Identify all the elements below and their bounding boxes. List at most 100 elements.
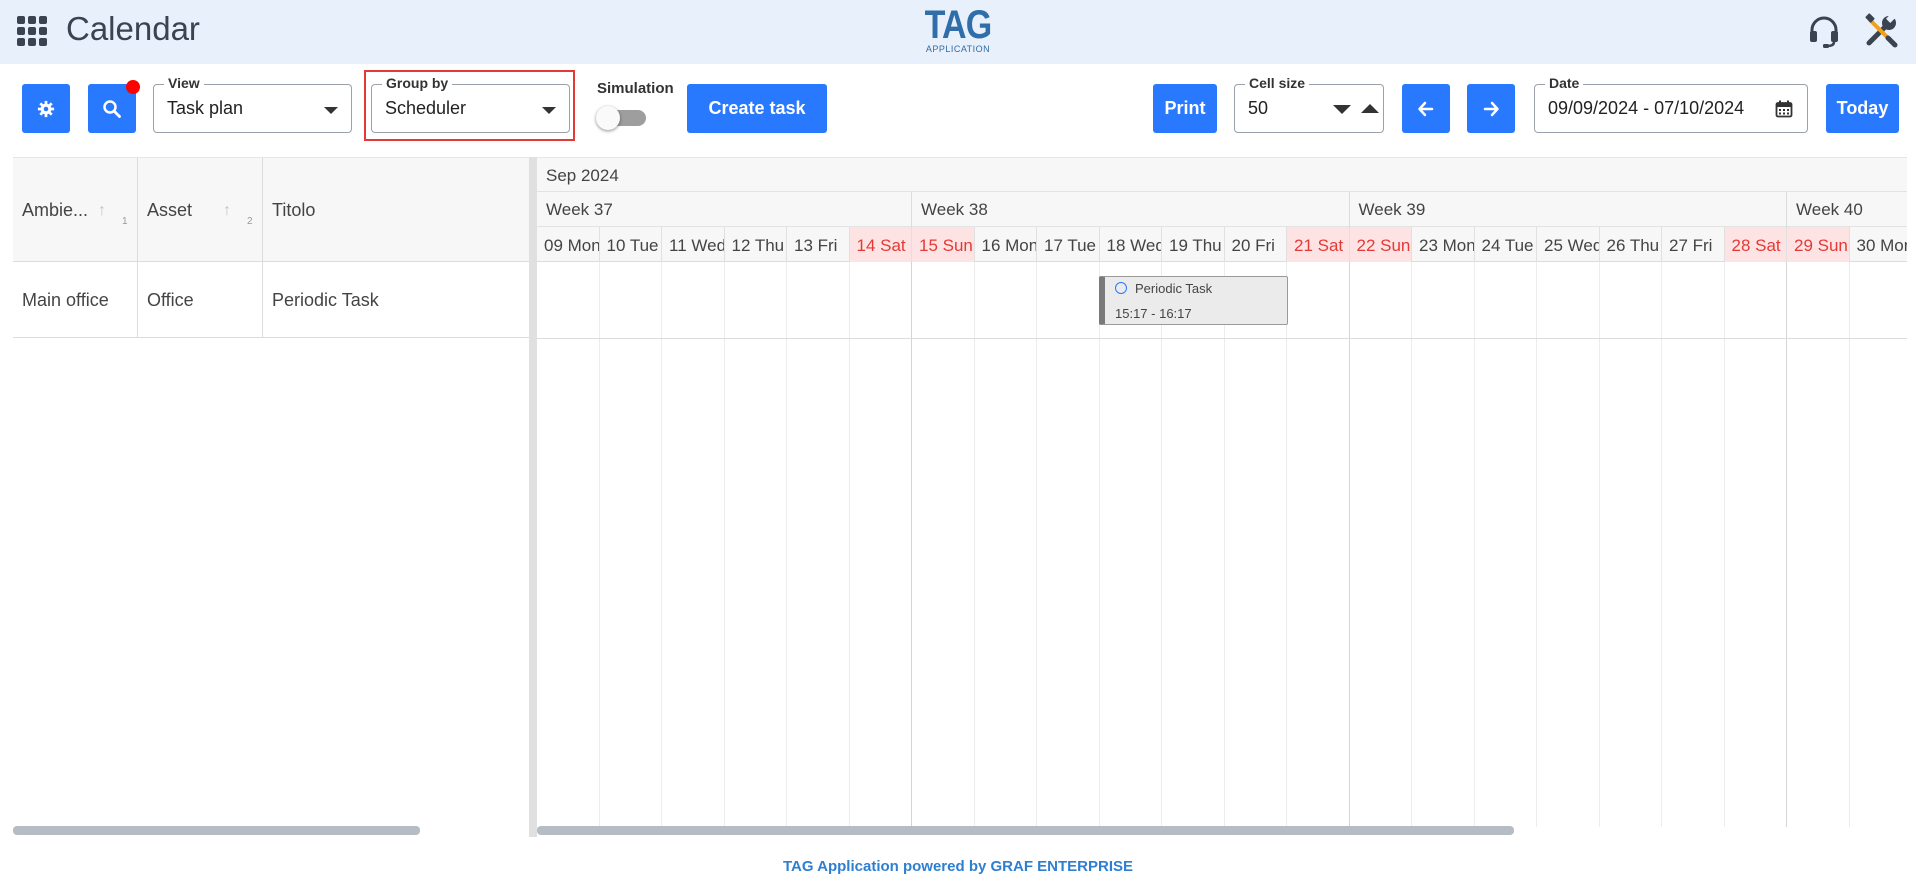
grid-header: Ambie... ↑ 1 Asset ↑ 2 Titolo — [13, 157, 529, 263]
headset-icon[interactable] — [1806, 13, 1842, 49]
arrow-right-icon — [1483, 101, 1499, 116]
day-cell: 27 Fri — [1662, 227, 1725, 262]
tools-icon[interactable] — [1862, 12, 1900, 50]
day-gridline — [1224, 262, 1225, 827]
day-cell: 30 Mon — [1850, 227, 1908, 262]
week-gridline — [1786, 262, 1787, 827]
day-gridline — [1286, 262, 1287, 827]
day-cell: 19 Thu — [1162, 227, 1225, 262]
day-header: 09 Mon 10 Tue 11 Wed 12 Thu 13 Fri 14 Sa… — [537, 227, 1907, 262]
day-cell: 17 Tue — [1037, 227, 1100, 262]
day-cell: 13 Fri — [787, 227, 850, 262]
chevron-down-icon — [542, 107, 556, 114]
cell-size-stepper[interactable]: Cell size 50 — [1234, 75, 1384, 133]
cell-asset: Office — [138, 262, 263, 338]
day-cell: 10 Tue — [600, 227, 662, 262]
group-by-select[interactable]: Group by Scheduler — [371, 75, 570, 133]
day-gridline — [599, 262, 600, 827]
day-gridline — [1661, 262, 1662, 827]
task-time: 15:17 - 16:17 — [1115, 306, 1192, 321]
row-divider — [537, 338, 1907, 339]
day-cell: 09 Mon — [537, 227, 600, 262]
chevron-down-icon — [324, 107, 338, 114]
table-row[interactable]: Main office Office Periodic Task — [13, 262, 529, 338]
day-cell: 11 Wed — [662, 227, 725, 262]
day-gridline — [1474, 262, 1475, 827]
month-header: Sep 2024 — [537, 157, 1907, 192]
print-button[interactable]: Print — [1153, 84, 1217, 133]
sort-arrow-icon[interactable]: ↑ — [223, 202, 231, 220]
day-cell-weekend: 29 Sun — [1787, 227, 1850, 262]
calendar-icon[interactable] — [1775, 100, 1793, 118]
panel-splitter[interactable] — [529, 157, 537, 837]
gear-icon — [37, 100, 55, 117]
footer-text: TAG Application powered by GRAF ENTERPRI… — [782, 858, 1134, 875]
column-label: Asset — [147, 200, 193, 220]
top-bar: Calendar TAG APPLICATION — [0, 0, 1916, 64]
day-cell: 12 Thu — [725, 227, 787, 262]
previous-period-button[interactable] — [1402, 84, 1450, 133]
day-gridline — [1599, 262, 1600, 827]
day-gridline — [1036, 262, 1037, 827]
day-cell: 18 Wed — [1100, 227, 1162, 262]
increase-icon[interactable] — [1361, 104, 1379, 113]
day-gridline — [849, 262, 850, 827]
day-cell-weekend: 22 Sun — [1349, 227, 1412, 262]
decrease-icon[interactable] — [1333, 105, 1351, 114]
sort-arrow-icon[interactable]: ↑ — [98, 202, 106, 220]
day-cell: 25 Wed — [1537, 227, 1600, 262]
filter-active-badge — [126, 80, 140, 94]
day-cell-weekend: 28 Sat — [1724, 227, 1787, 262]
date-range-field[interactable]: Date 09/09/2024 - 07/10/2024 — [1534, 75, 1808, 133]
status-circle-icon — [1115, 282, 1127, 294]
settings-button[interactable] — [22, 84, 70, 133]
date-value: 09/09/2024 - 07/10/2024 — [1548, 98, 1745, 118]
cell-size-value: 50 — [1248, 98, 1269, 118]
date-label: Date — [1545, 75, 1584, 91]
day-cell: 16 Mon — [975, 227, 1037, 262]
day-cell-weekend: 15 Sun — [912, 227, 975, 262]
grid-horizontal-scrollbar[interactable] — [13, 826, 420, 835]
day-gridline — [1849, 262, 1850, 827]
day-cell: 23 Mon — [1412, 227, 1475, 262]
day-gridline — [1724, 262, 1725, 827]
task-name: Periodic Task — [1135, 281, 1213, 296]
create-task-button[interactable]: Create task — [687, 84, 827, 133]
day-cell: 24 Tue — [1475, 227, 1537, 262]
cell-ambiente: Main office — [13, 262, 138, 338]
day-gridline — [1536, 262, 1537, 827]
day-gridline — [661, 262, 662, 827]
column-header-ambiente[interactable]: Ambie... ↑ 1 — [13, 158, 138, 263]
arrow-left-icon — [1418, 101, 1434, 116]
day-cell: 26 Thu — [1600, 227, 1662, 262]
resource-grid: Ambie... ↑ 1 Asset ↑ 2 Titolo Main offic… — [13, 157, 529, 837]
week-gridline — [1349, 262, 1350, 827]
week-cell: Week 40 — [1787, 192, 1907, 227]
day-gridline — [724, 262, 725, 827]
group-by-value: Scheduler — [385, 98, 467, 118]
column-header-asset[interactable]: Asset ↑ 2 — [138, 158, 263, 263]
task-event[interactable]: Periodic Task 15:17 - 16:17 — [1099, 276, 1288, 325]
next-period-button[interactable] — [1467, 84, 1515, 133]
cell-size-label: Cell size — [1245, 75, 1310, 91]
timeline-body[interactable]: Periodic Task 15:17 - 16:17 — [537, 262, 1907, 827]
sort-order: 1 — [122, 216, 128, 227]
today-button[interactable]: Today — [1826, 84, 1899, 133]
simulation-toggle-knob[interactable] — [596, 106, 620, 130]
column-label: Ambie... — [22, 200, 89, 220]
day-cell-weekend: 21 Sat — [1287, 227, 1350, 262]
apps-grid-icon[interactable] — [17, 16, 47, 46]
week-cell: Week 37 — [537, 192, 912, 227]
day-gridline — [974, 262, 975, 827]
week-cell: Week 38 — [912, 192, 1350, 227]
day-cell-weekend: 14 Sat — [849, 227, 912, 262]
day-cell: 20 Fri — [1225, 227, 1287, 262]
week-header: Week 37 Week 38 Week 39 Week 40 — [537, 192, 1907, 227]
month-label: Sep 2024 — [546, 166, 619, 185]
timeline-horizontal-scrollbar[interactable] — [537, 826, 1514, 835]
simulation-label: Simulation — [597, 80, 674, 97]
sort-order: 2 — [247, 216, 253, 227]
view-select[interactable]: View Task plan — [153, 75, 352, 133]
column-header-titolo[interactable]: Titolo — [263, 158, 529, 263]
view-value: Task plan — [167, 98, 244, 118]
